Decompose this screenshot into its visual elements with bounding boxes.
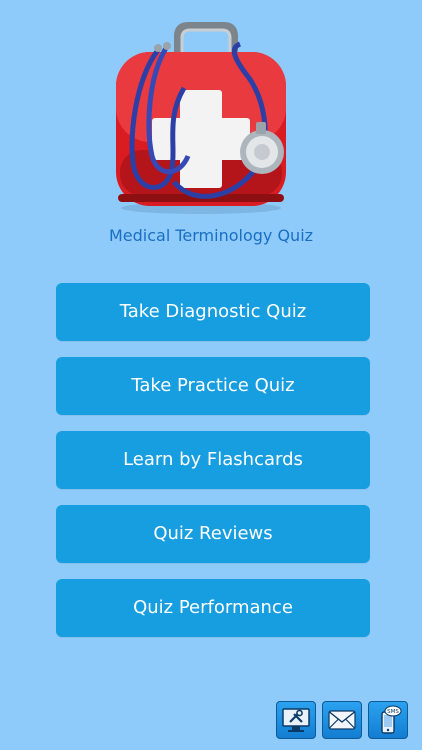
email-button[interactable] bbox=[322, 701, 362, 739]
tools-monitor-icon bbox=[282, 708, 310, 732]
take-practice-quiz-button[interactable]: Take Practice Quiz bbox=[56, 357, 370, 415]
quiz-reviews-button[interactable]: Quiz Reviews bbox=[56, 505, 370, 563]
app-title: Medical Terminology Quiz bbox=[108, 226, 314, 245]
take-diagnostic-quiz-button[interactable]: Take Diagnostic Quiz bbox=[56, 283, 370, 341]
sms-button[interactable]: SMS bbox=[368, 701, 408, 739]
sms-badge-text: SMS bbox=[387, 709, 399, 715]
tools-button[interactable] bbox=[276, 701, 316, 739]
sms-phone-icon: SMS bbox=[381, 705, 402, 734]
main-menu: Take Diagnostic Quiz Take Practice Quiz … bbox=[56, 283, 370, 653]
email-icon bbox=[328, 710, 356, 730]
quiz-performance-button[interactable]: Quiz Performance bbox=[56, 579, 370, 637]
learn-by-flashcards-button[interactable]: Learn by Flashcards bbox=[56, 431, 370, 489]
first-aid-kit-stethoscope-icon bbox=[116, 22, 286, 214]
bottom-toolbar: SMS bbox=[276, 701, 408, 739]
